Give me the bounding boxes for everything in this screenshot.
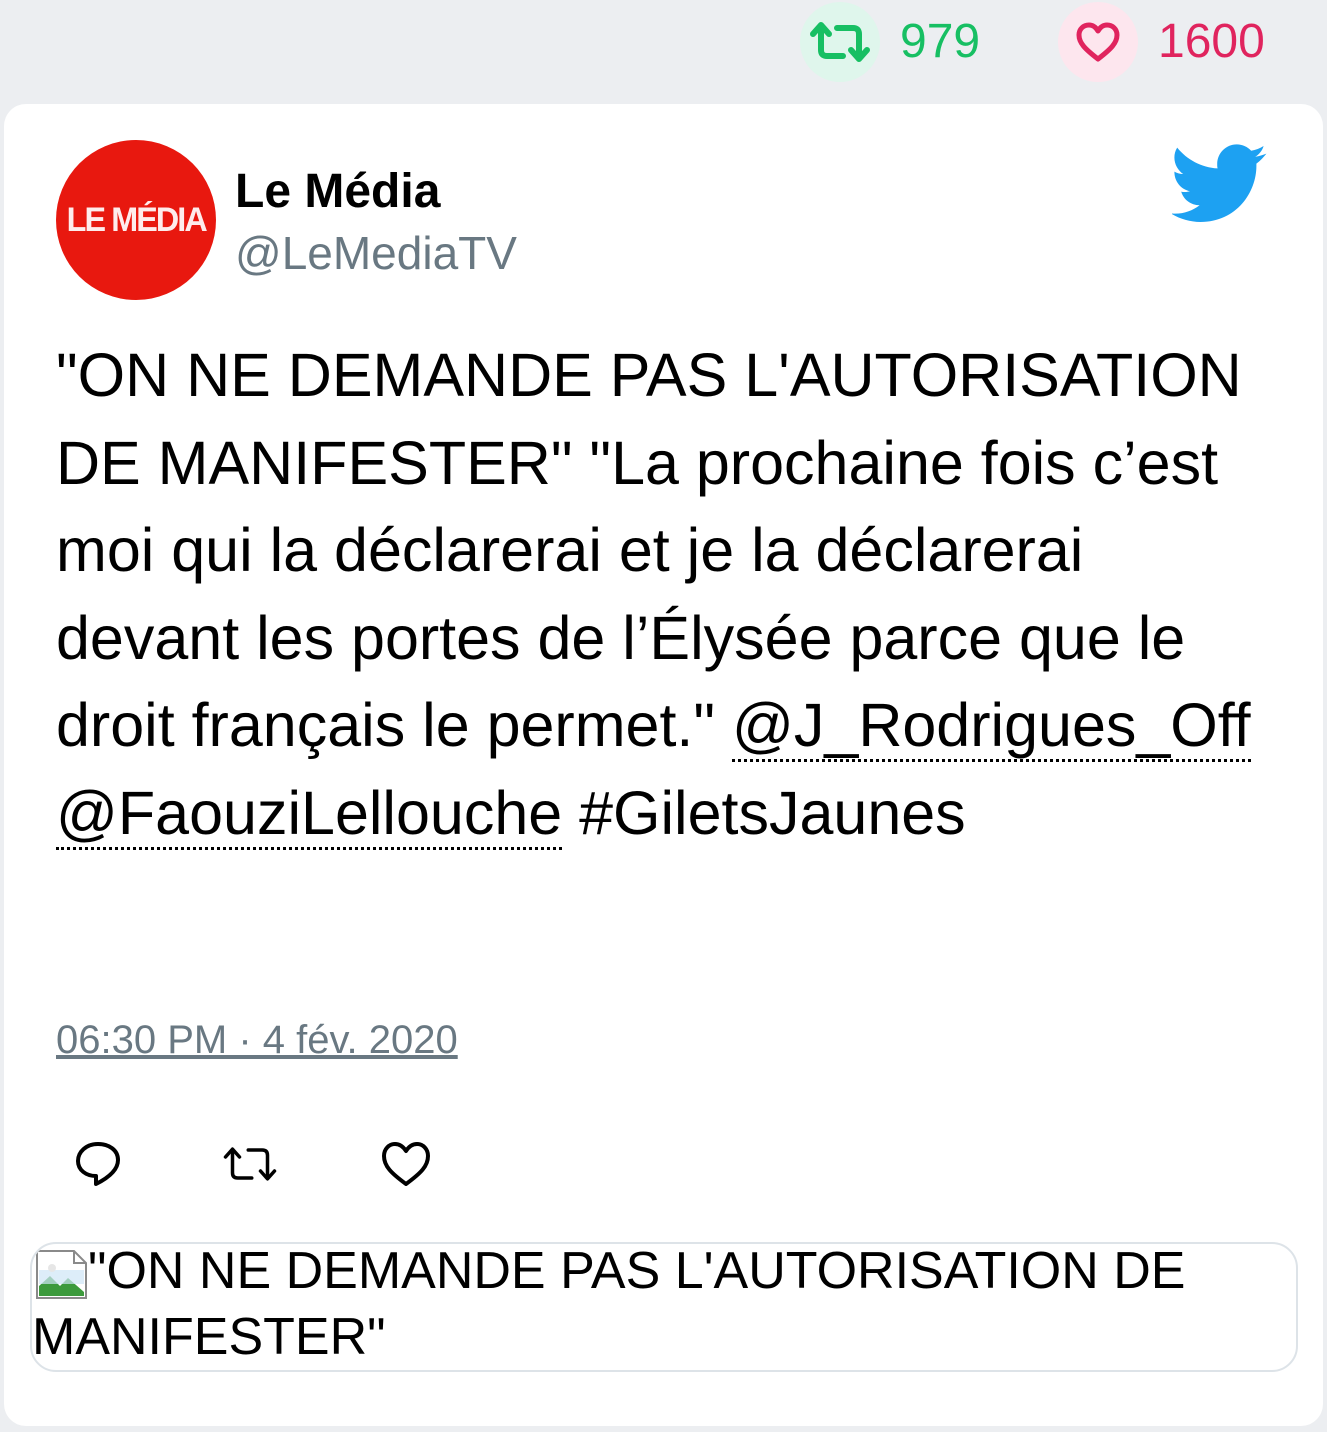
tweet-card: LE MÉDIA Le Média @LeMediaTV "ON NE DEMA… [4,104,1323,1426]
retweet-icon[interactable] [222,1136,278,1192]
preview-text: "ON NE DEMANDE PAS L'AUTORISATION DE MAN… [32,1242,1186,1366]
retweet-count: 979 [900,15,981,68]
mention-link[interactable]: @FaouziLellouche [56,778,563,850]
avatar[interactable]: LE MÉDIA [56,140,216,300]
author-name[interactable]: Le Média [235,164,440,219]
reply-icon[interactable] [70,1136,126,1192]
retweet-icon [800,2,880,82]
retweet-stat[interactable]: 979 [800,2,980,82]
hashtag-link[interactable]: #GiletsJaunes [562,779,966,847]
mention-link[interactable]: @J_Rodrigues_Off [731,691,1251,762]
tweet-text: "ON NE DEMANDE PAS L'AUTORISATION DE MAN… [56,332,1256,857]
heart-icon[interactable] [378,1136,434,1192]
avatar-logo-text: LE MÉDIA [66,200,207,239]
twitter-bird-icon[interactable] [1172,144,1268,224]
like-count: 1600 [1158,15,1265,68]
author-handle[interactable]: @LeMediaTV [235,226,517,280]
tweet-timestamp[interactable]: 06:30 PM · 4 fév. 2020 [56,1018,458,1063]
heart-icon [1058,2,1138,82]
link-preview-card[interactable]: "ON NE DEMANDE PAS L'AUTORISATION DE MAN… [30,1242,1298,1372]
engagement-stats: 979 1600 [0,0,1327,100]
like-stat[interactable]: 1600 [1058,2,1265,82]
